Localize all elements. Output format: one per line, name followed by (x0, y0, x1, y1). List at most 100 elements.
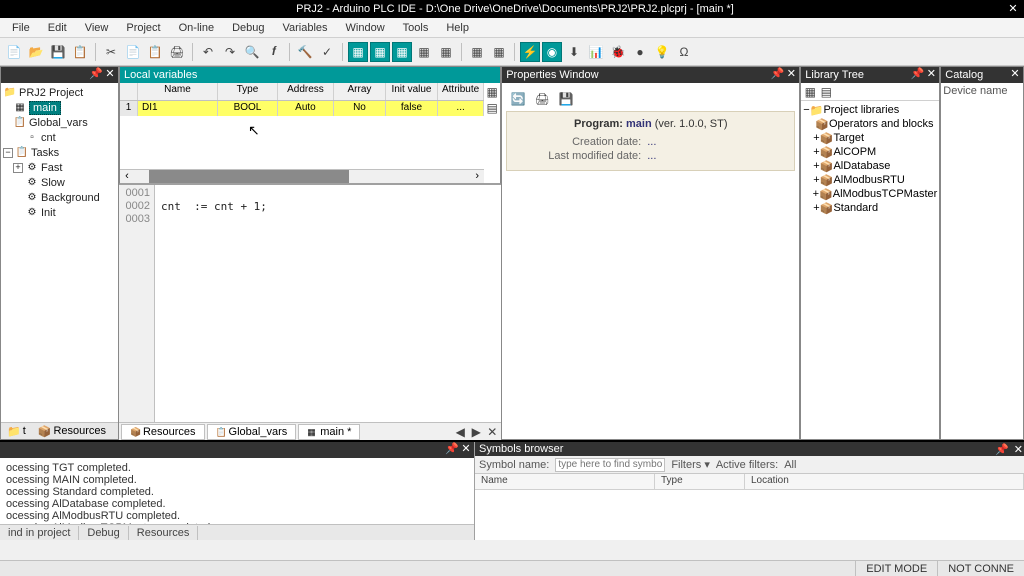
cell-attr[interactable]: ... (438, 101, 484, 116)
refresh-icon[interactable]: 🔄 (508, 89, 528, 109)
hint-icon[interactable]: 💡 (652, 42, 672, 62)
output-text[interactable]: ocessing TGT completed. ocessing MAIN co… (0, 458, 474, 524)
menu-view[interactable]: View (77, 20, 117, 36)
lib-item[interactable]: AlModbusRTU (833, 174, 904, 186)
menu-debug[interactable]: Debug (224, 20, 272, 36)
cell-type[interactable]: BOOL (218, 101, 278, 116)
tab-main[interactable]: ▦main * (298, 424, 360, 440)
lib-filter-icon[interactable]: ▤ (819, 85, 833, 99)
menu-variables[interactable]: Variables (275, 20, 336, 36)
pin-icon[interactable]: 📌 (89, 67, 103, 80)
symbol-search-input[interactable] (555, 458, 665, 472)
menu-project[interactable]: Project (118, 20, 168, 36)
pin-icon[interactable]: 📌 (910, 67, 924, 80)
localvars-body[interactable]: 1 DI1 BOOL Auto No false ... (120, 101, 484, 169)
close-icon[interactable]: ✕ (1008, 67, 1022, 80)
check-icon[interactable]: ✓ (317, 42, 337, 62)
filters-button[interactable]: Filters ▾ (671, 458, 710, 471)
record-icon[interactable]: ● (630, 42, 650, 62)
lib-item[interactable]: Operators and blocks (829, 118, 934, 130)
project-tree[interactable]: 📁PRJ2 Project ▦main 📋Global_vars ▫cnt −📋… (1, 83, 118, 422)
save-icon[interactable]: 💾 (48, 42, 68, 62)
code-area[interactable]: cnt := cnt + 1; (155, 185, 501, 422)
replace-icon[interactable]: 𝒇 (264, 42, 284, 62)
panel-toggle-icon[interactable]: ▦ (370, 42, 390, 62)
pin-icon[interactable]: 📌 (995, 443, 1009, 456)
open-file-icon[interactable]: 📂 (26, 42, 46, 62)
save-icon[interactable]: 💾 (556, 89, 576, 109)
h-scrollbar[interactable]: ‹ › (120, 169, 484, 183)
pin-icon[interactable]: 📌 (445, 442, 459, 455)
menu-edit[interactable]: Edit (40, 20, 75, 36)
col-init[interactable]: Init value (386, 83, 438, 100)
connect-icon[interactable]: ⚡ (520, 42, 540, 62)
download-icon[interactable]: ⬇ (564, 42, 584, 62)
grid-options-icon[interactable]: ▦ (485, 85, 499, 99)
lib-item[interactable]: Standard (833, 202, 878, 214)
col-name[interactable]: Name (475, 474, 655, 489)
tree-node-cnt[interactable]: cnt (41, 132, 56, 144)
tree-node-slow[interactable]: Slow (41, 177, 65, 189)
cell-address[interactable]: Auto (278, 101, 334, 116)
redo-icon[interactable]: ↷ (220, 42, 240, 62)
symbols-body[interactable] (475, 490, 1024, 540)
find-icon[interactable]: 🔍 (242, 42, 262, 62)
close-icon[interactable]: ✕ (1006, 0, 1020, 18)
col-array[interactable]: Array (334, 83, 386, 100)
close-tab-icon[interactable]: ✕ (485, 425, 499, 439)
add-row-icon[interactable]: ▤ (485, 101, 499, 115)
print-icon[interactable]: 🖨 (532, 89, 552, 109)
undo-icon[interactable]: ↶ (198, 42, 218, 62)
cut-icon[interactable]: ✂ (101, 42, 121, 62)
col-attr[interactable]: Attribute (438, 83, 484, 100)
col-type[interactable]: Type (218, 83, 278, 100)
tab-resources[interactable]: 📦Resources (121, 424, 205, 440)
library-tree[interactable]: −📁Project libraries 📦Operators and block… (801, 101, 939, 439)
lib-item[interactable]: AlDatabase (833, 160, 890, 172)
lib-root[interactable]: Project libraries (823, 104, 899, 116)
close-icon[interactable]: ✕ (1014, 443, 1023, 456)
cell-init[interactable]: false (386, 101, 438, 116)
tab-globals[interactable]: 📋Global_vars (207, 424, 297, 440)
col-num[interactable] (120, 83, 138, 100)
save-all-icon[interactable]: 📋 (70, 42, 90, 62)
tree-node-init[interactable]: Init (41, 207, 56, 219)
col-location[interactable]: Location (745, 474, 1024, 489)
menu-tools[interactable]: Tools (395, 20, 437, 36)
close-icon[interactable]: ✕ (103, 67, 117, 80)
tab-debug[interactable]: Debug (79, 526, 128, 540)
grid-icon[interactable]: ▦ (467, 42, 487, 62)
code-editor[interactable]: 0001 0002 0003 cnt := cnt + 1; (119, 184, 501, 422)
print-icon[interactable]: 🖨 (167, 42, 187, 62)
menu-file[interactable]: File (4, 20, 38, 36)
close-icon[interactable]: ✕ (459, 442, 473, 455)
menu-help[interactable]: Help (438, 20, 477, 36)
collapse-icon[interactable]: − (3, 148, 13, 158)
compile-icon[interactable]: 🔨 (295, 42, 315, 62)
tree-node-globals[interactable]: Global_vars (29, 117, 88, 129)
project-root[interactable]: PRJ2 Project (19, 87, 83, 99)
tree-node-fast[interactable]: Fast (41, 162, 62, 174)
table-row[interactable]: 1 DI1 BOOL Auto No false ... (120, 101, 484, 116)
panel-toggle-icon[interactable]: ▦ (348, 42, 368, 62)
debug-icon[interactable]: 🐞 (608, 42, 628, 62)
tree-node-background[interactable]: Background (41, 192, 100, 204)
close-icon[interactable]: ✕ (924, 67, 938, 80)
monitor-icon[interactable]: 📊 (586, 42, 606, 62)
paste-icon[interactable]: 📋 (145, 42, 165, 62)
tab-resources[interactable]: 📦Resources (32, 424, 112, 439)
tree-node-main[interactable]: main (29, 101, 61, 115)
pin-icon[interactable]: 📌 (770, 67, 784, 80)
tab-resources[interactable]: Resources (129, 526, 199, 540)
next-tab-icon[interactable]: ▶ (469, 425, 483, 439)
new-file-icon[interactable]: 📄 (4, 42, 24, 62)
tab-project[interactable]: 📁t (1, 424, 32, 439)
expand-icon[interactable]: + (13, 163, 23, 173)
panel-toggle-icon[interactable]: ▦ (392, 42, 412, 62)
tab-find[interactable]: ind in project (0, 526, 79, 540)
target-icon[interactable]: ◉ (542, 42, 562, 62)
lib-item[interactable]: AlModbusTCPMaster (833, 188, 938, 200)
col-type[interactable]: Type (655, 474, 745, 489)
lib-view-icon[interactable]: ▦ (803, 85, 817, 99)
lib-item[interactable]: Target (833, 132, 864, 144)
